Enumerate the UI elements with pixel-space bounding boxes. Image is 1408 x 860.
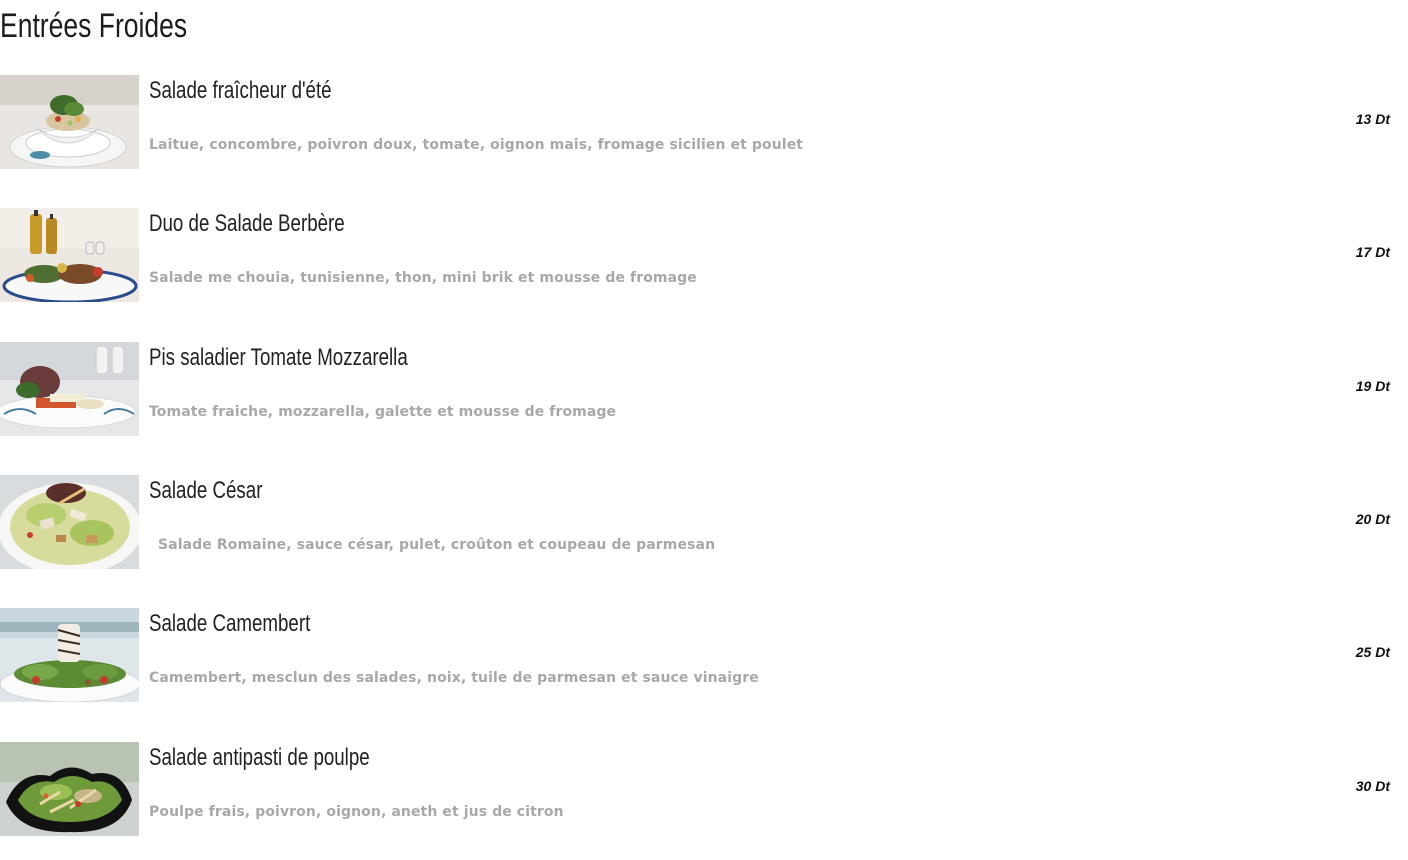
dish-price: 20 Dt (1355, 511, 1390, 527)
dish-price: 30 Dt (1355, 778, 1390, 794)
dish-description: Poulpe frais, poivron, oignon, aneth et … (149, 804, 564, 820)
menu-item: Salade antipasti de poulpe Poulpe frais,… (0, 742, 1408, 836)
dish-name: Pis saladier Tomate Mozzarella (149, 344, 408, 371)
dish-description: Salade Romaine, sauce césar, pulet, croû… (158, 537, 716, 553)
dish-photo (0, 208, 139, 302)
dish-photo (0, 75, 139, 169)
dish-description: Tomate fraiche, mozzarella, galette et m… (149, 404, 617, 420)
dish-photo (0, 608, 139, 702)
dish-photo (0, 475, 139, 569)
menu-item: Salade César Salade Romaine, sauce césar… (0, 475, 1408, 569)
menu-item: Duo de Salade Berbère Salade me chouia, … (0, 208, 1408, 302)
dish-name: Salade fraîcheur d'été (149, 77, 332, 104)
dish-description: Camembert, mesclun des salades, noix, tu… (149, 670, 759, 686)
dish-description: Salade me chouia, tunisienne, thon, mini… (149, 270, 697, 286)
dish-price: 17 Dt (1355, 244, 1390, 260)
dish-name: Duo de Salade Berbère (149, 210, 345, 237)
menu-item: Salade Camembert Camembert, mesclun des … (0, 608, 1408, 702)
dish-photo (0, 342, 139, 436)
menu-item: Pis saladier Tomate Mozzarella Tomate fr… (0, 342, 1408, 436)
dish-price: 25 Dt (1355, 644, 1390, 660)
dish-photo (0, 742, 139, 836)
dish-name: Salade César (149, 477, 263, 504)
dish-name: Salade antipasti de poulpe (149, 744, 370, 771)
dish-price: 19 Dt (1355, 378, 1390, 394)
dish-description: Laitue, concombre, poivron doux, tomate,… (149, 137, 804, 153)
dish-price: 13 Dt (1355, 111, 1390, 127)
menu-item: Salade fraîcheur d'été Laitue, concombre… (0, 75, 1408, 169)
dish-name: Salade Camembert (149, 610, 311, 637)
section-title: Entrées Froides (0, 7, 188, 45)
